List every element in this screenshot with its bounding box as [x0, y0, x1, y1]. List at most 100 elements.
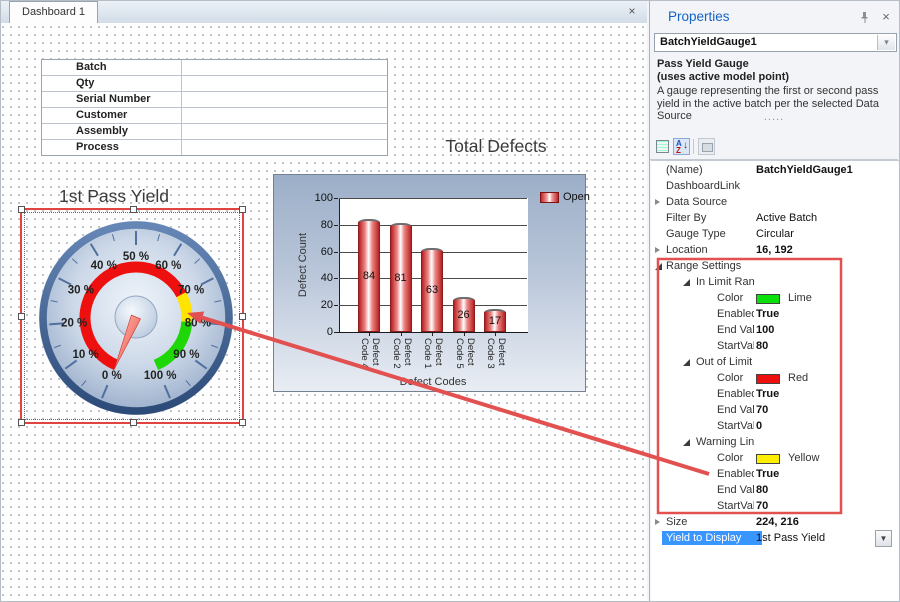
property-row-dashboardlink[interactable]: DashboardLink	[651, 179, 899, 195]
property-row-yield-to-display[interactable]: Yield to Display1st Pass Yield	[651, 531, 899, 547]
property-name: Enabled	[717, 388, 754, 400]
object-selector-combobox[interactable]: BatchYieldGauge1 ▾	[654, 33, 897, 52]
property-row-out-of-limit[interactable]: Out of Limit	[651, 355, 899, 371]
x-category-label: Defect Code 5	[453, 338, 474, 378]
gridline	[339, 198, 527, 199]
property-row-enabled[interactable]: EnabledTrue	[651, 387, 899, 403]
y-tick-mark	[334, 225, 338, 226]
chevron-down-icon[interactable]: ▾	[877, 35, 895, 50]
batch-info-table-widget[interactable]: BatchQtySerial NumberCustomerAssemblyPro…	[41, 59, 388, 156]
selection-handle[interactable]	[239, 419, 246, 426]
property-value: Yellow	[788, 452, 819, 464]
property-name: Size	[666, 516, 754, 528]
property-row-color[interactable]: ColorLime	[651, 291, 899, 307]
property-value: 70	[756, 500, 768, 512]
property-name: End Val	[717, 404, 754, 416]
property-row-color[interactable]: ColorYellow	[651, 451, 899, 467]
categorized-view-icon[interactable]	[654, 138, 671, 155]
table-row-value	[182, 108, 387, 123]
dashboard-canvas[interactable]: BatchQtySerial NumberCustomerAssemblyPro…	[1, 23, 647, 602]
property-row-size[interactable]: Size224, 216	[651, 515, 899, 531]
table-row-label: Batch	[42, 60, 182, 75]
selection-handle[interactable]	[239, 313, 246, 320]
x-category-label: Defect Code 4	[359, 338, 380, 378]
y-axis-title: Defect Count	[297, 210, 309, 320]
property-name: Location	[666, 244, 754, 256]
alphabetical-sort-icon[interactable]: AZ↓	[673, 138, 690, 155]
property-row-range-settings[interactable]: Range Settings	[651, 259, 899, 275]
property-row-end-val[interactable]: End Val80	[651, 483, 899, 499]
collapse-expander-icon[interactable]	[683, 359, 690, 366]
property-name: StartVal	[717, 500, 754, 512]
property-row-filter-by[interactable]: Filter ByActive Batch	[651, 211, 899, 227]
property-row-end-val[interactable]: End Val100	[651, 323, 899, 339]
property-row-startval[interactable]: StartVal80	[651, 339, 899, 355]
table-row: Serial Number	[42, 92, 387, 108]
property-value: 1st Pass Yield	[756, 532, 825, 544]
splitter-gripper[interactable]: .....	[650, 111, 898, 123]
property-row-data-source[interactable]: Data Source	[651, 195, 899, 211]
table-row-value	[182, 124, 387, 139]
total-defects-chart-widget[interactable]: 02040608010084Defect Code 481Defect Code…	[273, 174, 586, 392]
property-value: 80	[756, 340, 768, 352]
color-swatch	[756, 374, 780, 384]
property-name: Filter By	[666, 212, 754, 224]
property-row-in-limit-ran[interactable]: In Limit Ran	[651, 275, 899, 291]
table-row-label: Process	[42, 140, 182, 155]
selection-handle[interactable]	[130, 419, 137, 426]
value-dropdown-button[interactable]: ▼	[875, 530, 892, 547]
property-row-end-val[interactable]: End Val70	[651, 403, 899, 419]
property-value: Lime	[788, 292, 812, 304]
chart-title: Total Defects	[396, 136, 596, 157]
tab-dashboard-1[interactable]: Dashboard 1	[9, 1, 98, 23]
property-name: In Limit Ran	[696, 276, 754, 288]
x-tick-mark	[464, 333, 465, 336]
expand-expander-icon[interactable]	[655, 519, 660, 525]
property-row-startval[interactable]: StartVal0	[651, 419, 899, 435]
collapse-expander-icon[interactable]	[683, 279, 690, 286]
x-category-label: Defect Code 2	[390, 338, 411, 378]
property-name: End Val	[717, 484, 754, 496]
property-row-enabled[interactable]: EnabledTrue	[651, 467, 899, 483]
selection-handle[interactable]	[18, 419, 25, 426]
y-tick-label: 60	[305, 246, 333, 258]
close-icon[interactable]: ×	[879, 9, 893, 24]
collapse-expander-icon[interactable]	[683, 439, 690, 446]
property-row--name-[interactable]: (Name)BatchYieldGauge1	[651, 163, 899, 179]
selection-handle[interactable]	[18, 313, 25, 320]
property-row-color[interactable]: ColorRed	[651, 371, 899, 387]
chart-legend: Open	[540, 191, 590, 203]
property-row-startval[interactable]: StartVal70	[651, 499, 899, 515]
property-name: DashboardLink	[666, 180, 754, 192]
property-name: Gauge Type	[666, 228, 754, 240]
expand-expander-icon[interactable]	[655, 247, 660, 253]
property-row-location[interactable]: Location16, 192	[651, 243, 899, 259]
bar-value-label: 17	[481, 315, 509, 327]
gauge-title: 1st Pass Yield	[31, 186, 197, 207]
property-name: Color	[717, 372, 754, 384]
y-tick-label: 20	[305, 299, 333, 311]
property-name: StartVal	[717, 420, 754, 432]
property-row-gauge-type[interactable]: Gauge TypeCircular	[651, 227, 899, 243]
table-row: Process	[42, 140, 387, 155]
selection-handle[interactable]	[18, 206, 25, 213]
property-value: Circular	[756, 228, 794, 240]
document-close-icon[interactable]: ×	[625, 4, 639, 18]
y-tick-label: 0	[305, 326, 333, 338]
property-value: True	[756, 308, 779, 320]
property-name: End Val	[717, 324, 754, 336]
property-pages-icon	[698, 138, 715, 155]
property-name: Enabled	[717, 308, 754, 320]
expand-expander-icon[interactable]	[655, 199, 660, 205]
property-row-enabled[interactable]: EnabledTrue	[651, 307, 899, 323]
pin-icon[interactable]	[858, 11, 870, 24]
collapse-expander-icon[interactable]	[655, 263, 662, 270]
table-row-value	[182, 92, 387, 107]
table-row-value	[182, 140, 387, 155]
x-tick-mark	[432, 333, 433, 336]
table-row-label: Serial Number	[42, 92, 182, 107]
property-value: 0	[756, 420, 762, 432]
property-row-warning-lin[interactable]: Warning Lin	[651, 435, 899, 451]
selection-handle[interactable]	[130, 206, 137, 213]
selection-handle[interactable]	[239, 206, 246, 213]
